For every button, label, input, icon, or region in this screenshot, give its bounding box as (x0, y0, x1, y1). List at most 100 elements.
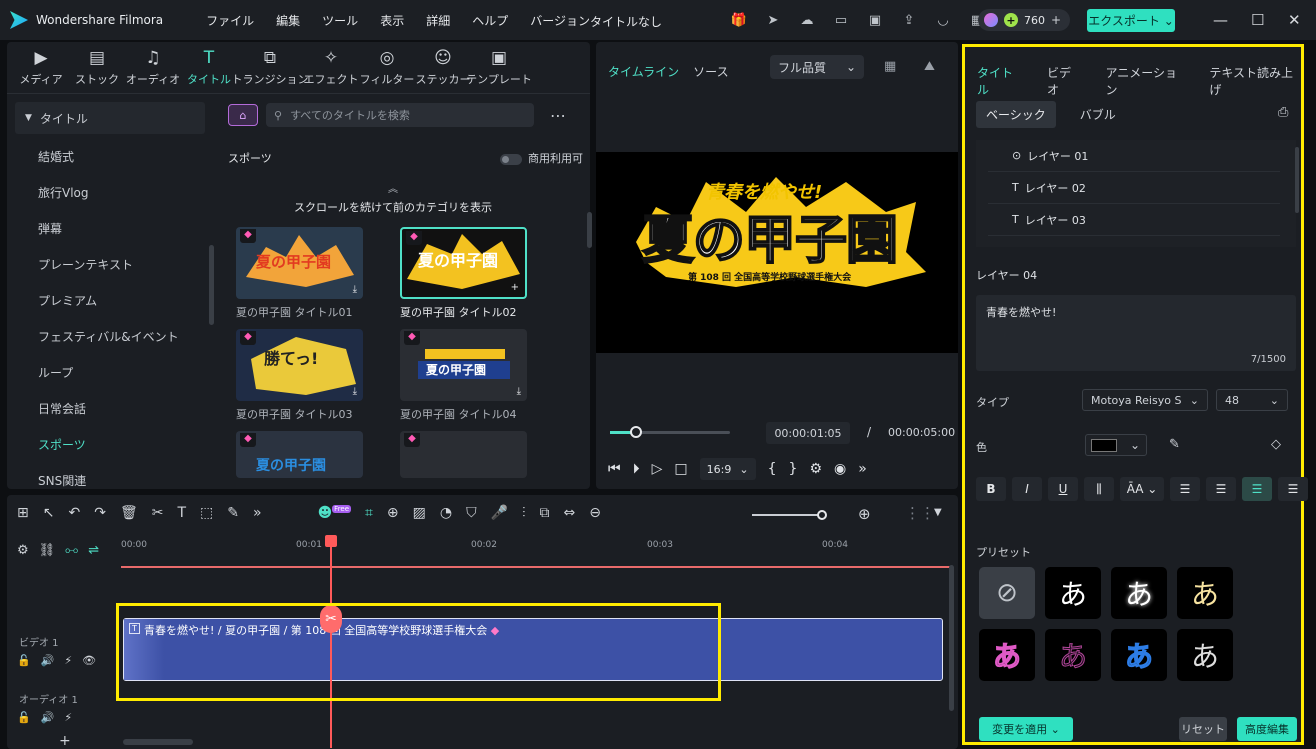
align-right-icon[interactable]: ☰ (1206, 477, 1236, 501)
tab-audio[interactable]: ♫ オーディオ (125, 42, 181, 93)
italic-icon[interactable]: I (1012, 477, 1042, 501)
crop-icon[interactable]: ⬚ (200, 505, 213, 521)
playhead-handle[interactable] (325, 535, 337, 547)
send-icon[interactable]: ➤ (760, 9, 786, 31)
close-icon[interactable]: ✕ (1288, 11, 1301, 29)
props-scrollbar[interactable] (1295, 147, 1299, 213)
timeline-vertical-scrollbar[interactable] (949, 565, 954, 711)
gallery-scrollbar[interactable] (587, 212, 592, 248)
image-icon[interactable]: ⛰ (924, 59, 935, 74)
sidebar-item-sns[interactable]: SNS関連 (15, 462, 205, 498)
title-thumbnail[interactable]: 勝てっ! ◆ ⤓ (236, 329, 363, 401)
timeline-horizontal-scrollbar[interactable] (123, 739, 193, 745)
preset-none[interactable]: ⊘ (979, 567, 1035, 619)
time-ruler[interactable]: 00:00 00:01 00:02 00:03 00:04 (121, 538, 951, 568)
menu-version[interactable]: バージョン (519, 12, 601, 29)
align-justify-icon[interactable]: ☰ (1278, 477, 1308, 501)
tab-effect[interactable]: ✧ エフェクト (303, 42, 359, 93)
more-icon[interactable]: ⋯ (550, 106, 566, 125)
tab-title-props[interactable]: タイトル (977, 64, 1023, 98)
sidebar-item-travel-vlog[interactable]: 旅行Vlog (15, 174, 205, 210)
apply-changes-button[interactable]: 変更を適用 ⌄ (979, 717, 1073, 741)
add-track-icon[interactable]: + (59, 733, 71, 749)
tab-template[interactable]: ▣ テンプレート (466, 42, 532, 93)
eye-icon[interactable]: 👁 (82, 654, 96, 667)
align-left-icon[interactable]: ☰ (1170, 477, 1200, 501)
align-center-icon[interactable]: ☰ (1242, 477, 1272, 501)
lock-icon[interactable]: 🔓 (17, 711, 31, 724)
tab-animation[interactable]: アニメーション (1105, 64, 1185, 98)
microphone-icon[interactable]: 🎤 (491, 505, 508, 521)
speed-icon[interactable]: ◔ (440, 505, 452, 521)
preset-item[interactable]: あ (979, 629, 1035, 681)
redo-icon[interactable]: ↷ (94, 505, 106, 521)
eyedropper-icon[interactable]: ✎ (1169, 437, 1180, 452)
tab-source[interactable]: ソース (693, 63, 728, 80)
mixer-icon[interactable]: ⫶ (522, 505, 526, 521)
menu-tools[interactable]: ツール (311, 12, 369, 29)
zoom-out-icon[interactable]: ⊖ (589, 505, 601, 521)
settings-icon[interactable]: ⚙ (809, 461, 822, 477)
layout-toggle-icon[interactable]: ⋮⋮ (905, 504, 935, 522)
title-text-input[interactable]: 青春を燃やせ! 7/1500 (976, 295, 1296, 371)
effect-toggle-icon[interactable]: ⚡ (64, 654, 72, 667)
sidebar-head-title[interactable]: ▼ タイトル (15, 102, 205, 134)
play-icon[interactable]: ▷ (652, 461, 663, 477)
subtab-bubble[interactable]: バブル (1080, 106, 1116, 123)
playback-progress[interactable] (610, 426, 730, 438)
headset-icon[interactable]: ◡ (930, 9, 956, 31)
bold-icon[interactable]: B (976, 477, 1006, 501)
tab-video-props[interactable]: ビデオ (1047, 64, 1081, 98)
replace-icon[interactable]: ⧉ (540, 505, 550, 521)
sidebar-item-loop[interactable]: ループ (15, 354, 205, 390)
zoom-knob[interactable] (817, 510, 827, 520)
preset-item[interactable]: あ (1177, 629, 1233, 681)
sidebar-item-wedding[interactable]: 結婚式 (15, 138, 205, 174)
prev-frame-icon[interactable]: ⏮ (608, 461, 621, 477)
layout-grid-icon[interactable]: ⊞ (17, 505, 29, 521)
text-case-icon[interactable]: ĀA ⌄ (1120, 477, 1164, 501)
pen-icon[interactable]: ✎ (227, 505, 239, 521)
credit-badge[interactable]: + 760 + (978, 9, 1070, 31)
download-icon[interactable]: ⤓ (517, 386, 521, 397)
mark-in-icon[interactable]: { (768, 461, 777, 477)
track-settings-icon[interactable]: ⚙ (17, 543, 29, 558)
layer-item[interactable]: T レイヤー 03 (988, 204, 1280, 236)
add-media-icon[interactable]: ⊕ (387, 505, 399, 521)
tab-sticker[interactable]: ☺ ステッカー (415, 42, 471, 93)
keyframe-diamond-icon[interactable]: ◇ (1271, 437, 1281, 452)
preset-item[interactable]: あ (1111, 629, 1167, 681)
reset-button[interactable]: リセット (1179, 717, 1227, 741)
ai-track-icon[interactable]: ⌗ (365, 505, 373, 521)
save-preset-icon[interactable]: ⎙ (1278, 105, 1288, 120)
menu-advanced[interactable]: 詳細 (415, 12, 461, 29)
select-tool-icon[interactable]: ↖ (43, 505, 55, 521)
preset-item[interactable]: あ (1045, 629, 1101, 681)
tab-media[interactable]: ▶ メディア (13, 42, 69, 93)
image-edit-icon[interactable]: ▨ (413, 505, 426, 521)
premium-filter-button[interactable]: ⌂ (228, 104, 258, 126)
effect-toggle-icon[interactable]: ⚡ (64, 711, 72, 724)
save-icon[interactable]: ▣ (862, 9, 888, 31)
title-thumbnail-selected[interactable]: 夏の甲子園 ◆ + (400, 227, 527, 299)
layer-item[interactable]: T レイヤー 02 (988, 172, 1280, 204)
tab-title[interactable]: T タイトル (181, 42, 237, 93)
subtab-basic[interactable]: ベーシック (976, 101, 1056, 128)
mark-out-icon[interactable]: } (789, 461, 798, 477)
layout-icon[interactable]: ▭ (828, 9, 854, 31)
preset-item[interactable]: あ (1045, 567, 1101, 619)
zoom-slider[interactable] (752, 514, 822, 516)
undo-icon[interactable]: ↶ (68, 505, 80, 521)
sidebar-item-plain-text[interactable]: プレーンテキスト (15, 246, 205, 282)
tab-filter[interactable]: ◎ フィルター (359, 42, 415, 93)
gift-icon[interactable]: 🎁 (726, 9, 752, 31)
aspect-ratio-select[interactable]: 16:9 ⌄ (699, 458, 756, 480)
add-icon[interactable]: + (511, 282, 519, 293)
mask-icon[interactable]: ⛉ (466, 505, 477, 521)
letter-spacing-icon[interactable]: ⫼ (1084, 477, 1114, 501)
track-manage-icon[interactable]: ⇌ (88, 543, 99, 558)
advanced-edit-button[interactable]: 高度編集 (1237, 717, 1297, 741)
commercial-toggle[interactable]: 商用利用可 (500, 150, 583, 166)
download-icon[interactable]: ⤓ (353, 284, 357, 295)
export-button[interactable]: エクスポート ⌄ (1087, 9, 1175, 32)
